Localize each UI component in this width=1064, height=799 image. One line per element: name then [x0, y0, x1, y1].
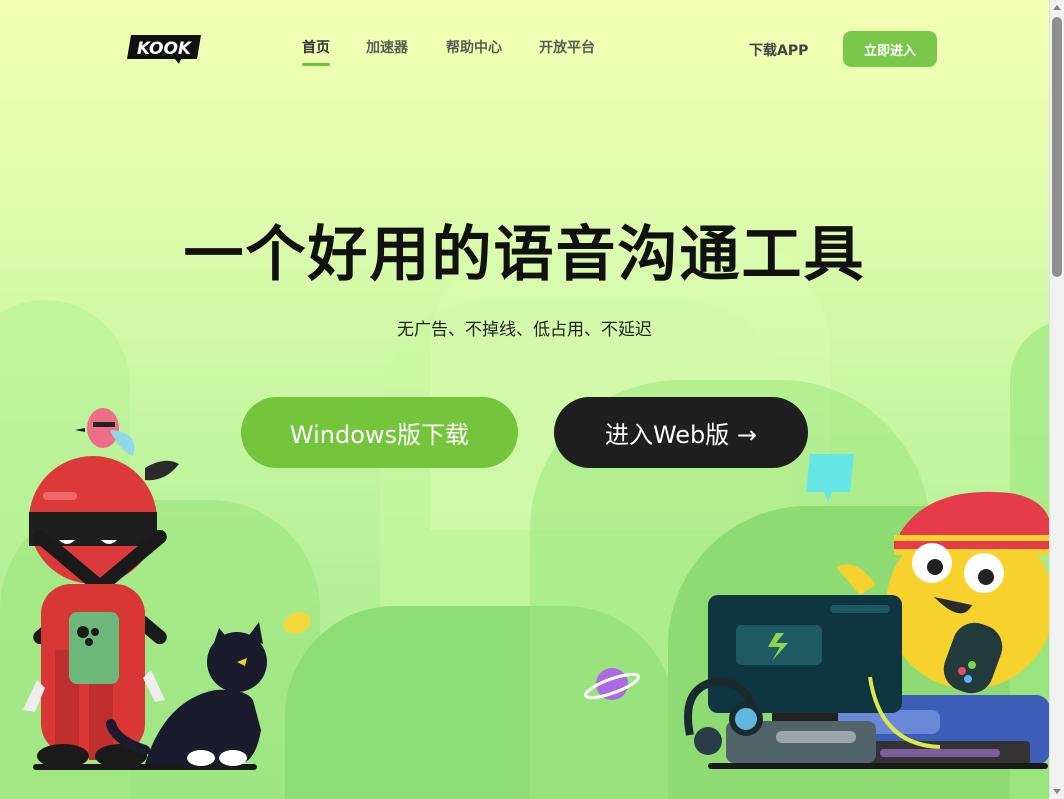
- download-app-link[interactable]: 下载APP: [749, 40, 808, 60]
- monitor-illustration: [708, 595, 902, 763]
- scroll-down-icon[interactable]: [1053, 789, 1061, 794]
- nav-item-help-center[interactable]: 帮助中心: [446, 37, 502, 57]
- nav-item-accelerator[interactable]: 加速器: [366, 37, 408, 57]
- active-nav-indicator: [302, 63, 330, 66]
- web-version-button[interactable]: 进入Web版 →: [554, 397, 808, 468]
- windows-download-button[interactable]: Windows版下载: [241, 397, 518, 468]
- leaf-decoration: [283, 612, 311, 634]
- svg-text:KOOK: KOOK: [137, 39, 193, 59]
- parrot-illustration: [75, 408, 135, 456]
- page-scrollbar[interactable]: [1049, 0, 1064, 799]
- hero-title: 一个好用的语音沟通工具: [183, 220, 866, 290]
- nav-item-label: 加速器: [366, 40, 408, 56]
- gamer-character-illustration: [684, 491, 1049, 769]
- nav-item-label: 开放平台: [539, 40, 595, 56]
- nav-item-label: 帮助中心: [446, 40, 502, 56]
- page: KOOK 首页 加速器 帮助中心 开放平台 下载APP 立即进入 一个好用的语音…: [0, 0, 1049, 799]
- hero-subtitle: 无广告、不掉线、低占用、不延迟: [397, 320, 652, 340]
- nav-item-home[interactable]: 首页: [302, 37, 330, 66]
- enter-now-button[interactable]: 立即进入: [843, 31, 937, 67]
- kook-logo[interactable]: KOOK: [127, 32, 203, 64]
- nav-item-label: 首页: [302, 40, 330, 56]
- planet-icon: [584, 668, 640, 700]
- scroll-up-icon[interactable]: [1053, 5, 1061, 10]
- ninja-character-illustration: [23, 408, 267, 770]
- scrollbar-thumb[interactable]: [1052, 17, 1062, 277]
- nav-item-open-platform[interactable]: 开放平台: [539, 37, 595, 57]
